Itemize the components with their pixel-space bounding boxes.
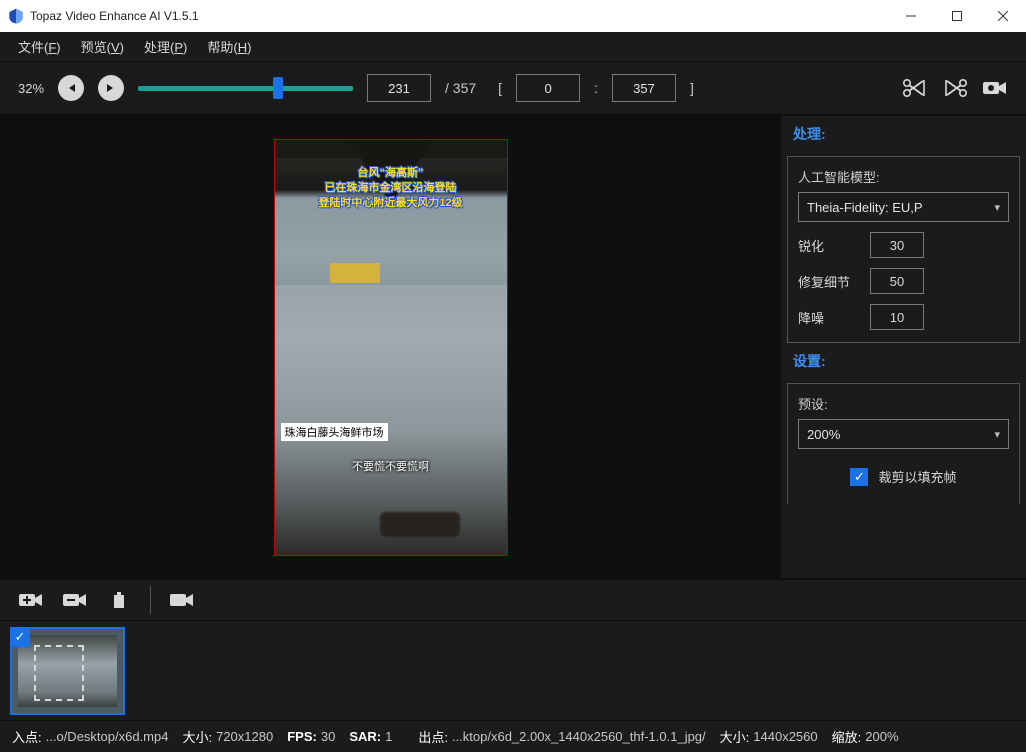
denoise-input[interactable]: 10: [870, 304, 924, 330]
status-out-label: 出点:: [418, 727, 448, 746]
sharpen-label: 锐化: [798, 236, 858, 255]
thumbnail-check-icon[interactable]: ✓: [10, 627, 30, 647]
window-close-button[interactable]: [980, 0, 1026, 32]
range-start-input[interactable]: 0: [516, 74, 580, 102]
toolbar-divider: [150, 586, 151, 614]
settings-section: 预设: 200% ▾ ✓ 裁剪以填充帧: [787, 383, 1020, 504]
status-scale-value: 200%: [865, 729, 898, 744]
current-frame-input[interactable]: 231: [367, 74, 431, 102]
video-frame: 台风“海高斯” 已在珠海市金湾区沿海登陆 登陆时中心附近最大风力12级 珠海白藤…: [274, 139, 508, 556]
side-panel: 处理: 人工智能模型: Theia-Fidelity: EU,P ▾ 锐化 30…: [781, 116, 1026, 578]
denoise-label: 降噪: [798, 308, 858, 327]
range-end-input[interactable]: 357: [612, 74, 676, 102]
processing-heading: 处理:: [793, 124, 1026, 144]
preset-value: 200%: [807, 427, 840, 442]
bracket-close: ]: [690, 80, 694, 96]
model-label: 人工智能模型:: [798, 167, 1009, 186]
window-minimize-button[interactable]: [888, 0, 934, 32]
zoom-percent: 32%: [18, 81, 44, 96]
crop-to-fill-label: 裁剪以填充帧: [878, 467, 956, 486]
chevron-down-icon: ▾: [994, 201, 1000, 214]
record-camera-icon[interactable]: [982, 77, 1008, 99]
status-size2-value: 1440x2560: [753, 729, 817, 744]
bracket-open: [: [498, 80, 502, 96]
delete-icon[interactable]: [106, 589, 132, 611]
next-frame-button[interactable]: [98, 75, 124, 101]
thumbnail-item[interactable]: ✓: [10, 627, 125, 715]
menu-process[interactable]: 处理(P): [144, 37, 187, 56]
menu-help[interactable]: 帮助(H): [207, 37, 251, 56]
thumbnail-strip: ✓: [0, 620, 1026, 720]
clip-toolbar: [0, 578, 1026, 620]
record-icon[interactable]: [169, 589, 195, 611]
menu-bar: 文件(F) 预览(V) 处理(P) 帮助(H): [0, 32, 1026, 62]
status-size2-label: 大小:: [720, 727, 750, 746]
crop-to-fill-checkbox[interactable]: ✓: [850, 468, 868, 486]
restore-input[interactable]: 50: [870, 268, 924, 294]
status-bar: 入点: ...o/Desktop/x6d.mp4 大小: 720x1280 FP…: [0, 720, 1026, 752]
preset-label: 预设:: [798, 394, 1009, 413]
caption-subtitle: 不要慌不要慌啊: [275, 458, 507, 474]
processing-section: 人工智能模型: Theia-Fidelity: EU,P ▾ 锐化 30 修复细…: [787, 156, 1020, 343]
range-colon: :: [594, 80, 598, 96]
status-size-value: 720x1280: [216, 729, 273, 744]
status-fps-value: 30: [321, 729, 335, 744]
status-out-value: ...ktop/x6d_2.00x_1440x2560_thf-1.0.1_jp…: [452, 729, 706, 744]
menu-file[interactable]: 文件(F): [18, 37, 61, 56]
model-value: Theia-Fidelity: EU,P: [807, 200, 923, 215]
preset-dropdown[interactable]: 200% ▾: [798, 419, 1009, 449]
status-sar-label: SAR:: [349, 729, 381, 744]
settings-heading: 设置:: [793, 351, 1026, 371]
add-clip-icon[interactable]: [18, 589, 44, 611]
app-title: Topaz Video Enhance AI V1.5.1: [30, 9, 199, 23]
prev-frame-button[interactable]: [58, 75, 84, 101]
status-in-label: 入点:: [12, 727, 42, 746]
model-dropdown[interactable]: Theia-Fidelity: EU,P ▾: [798, 192, 1009, 222]
menu-preview[interactable]: 预览(V): [81, 37, 124, 56]
status-size-label: 大小:: [182, 727, 212, 746]
status-fps-label: FPS:: [287, 729, 317, 744]
total-frames-label: / 357: [445, 80, 476, 96]
caption-headline: 台风“海高斯” 已在珠海市金湾区沿海登陆 登陆时中心附近最大风力12级: [275, 166, 507, 211]
video-viewport: 台风“海高斯” 已在珠海市金湾区沿海登陆 登陆时中心附近最大风力12级 珠海白藤…: [0, 116, 781, 578]
caption-location-box: 珠海白藤头海鲜市场: [281, 423, 388, 441]
cut-start-icon[interactable]: [902, 77, 928, 99]
status-scale-label: 缩放:: [832, 727, 862, 746]
sharpen-input[interactable]: 30: [870, 232, 924, 258]
playback-toolbar: 32% 231 / 357 [ 0 : 357 ]: [0, 62, 1026, 116]
status-sar-value: 1: [385, 729, 392, 744]
remove-clip-icon[interactable]: [62, 589, 88, 611]
frame-slider[interactable]: [138, 76, 353, 100]
title-bar: Topaz Video Enhance AI V1.5.1: [0, 0, 1026, 32]
app-logo-icon: [8, 8, 24, 24]
cut-end-icon[interactable]: [942, 77, 968, 99]
chevron-down-icon: ▾: [994, 428, 1000, 441]
status-in-value: ...o/Desktop/x6d.mp4: [46, 729, 169, 744]
window-maximize-button[interactable]: [934, 0, 980, 32]
restore-label: 修复细节: [798, 272, 858, 291]
